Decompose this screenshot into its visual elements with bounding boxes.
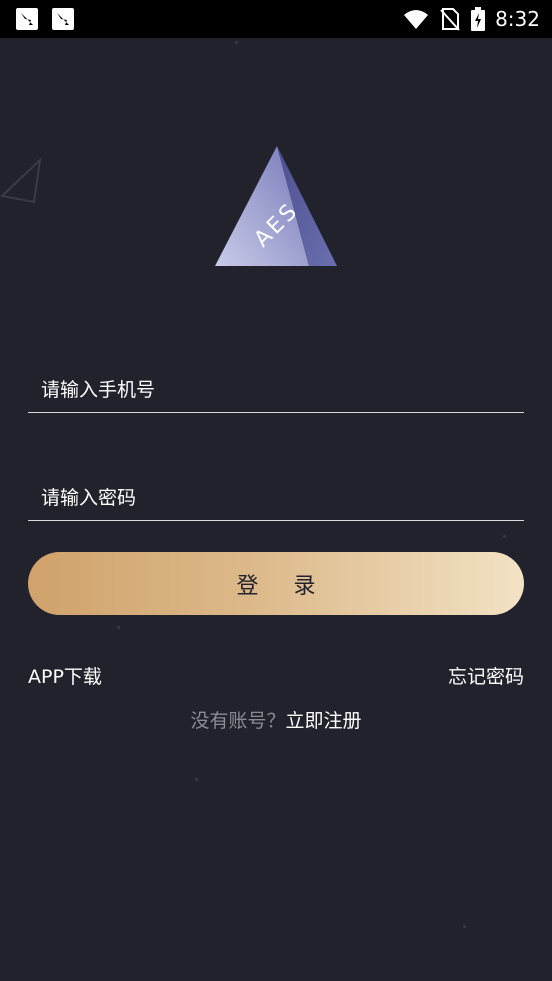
status-bar: 8:32 <box>0 0 552 38</box>
register-prompt: 没有账号？ <box>190 710 286 732</box>
battery-charging-icon <box>471 7 486 31</box>
no-sim-icon <box>440 8 460 31</box>
login-button-label: 登 录 <box>236 573 330 599</box>
phone-field <box>28 368 524 413</box>
phone-input[interactable] <box>28 368 524 412</box>
login-screen: AES 登 录 APP下载 忘记密码 没有账号？立即注册 <box>0 38 552 981</box>
app-download-link[interactable]: APP下载 <box>28 662 102 689</box>
notification-icons <box>16 8 74 30</box>
forgot-password-link[interactable]: 忘记密码 <box>448 662 524 689</box>
system-icons: 8:32 <box>403 6 540 32</box>
password-input[interactable] <box>28 476 524 520</box>
decorative-dot <box>195 778 198 781</box>
notification-app-icon <box>52 8 74 30</box>
login-button[interactable]: 登 录 <box>28 552 524 615</box>
decorative-dot <box>503 535 506 538</box>
decorative-dot <box>117 626 120 629</box>
decorative-triangle-icon <box>0 158 42 204</box>
register-link[interactable]: 立即注册 <box>286 710 362 732</box>
decorative-dot <box>463 925 466 928</box>
register-row: 没有账号？立即注册 <box>0 706 552 733</box>
aes-logo: AES <box>215 146 337 266</box>
wifi-icon <box>404 10 429 29</box>
password-field <box>28 476 524 521</box>
decorative-dot <box>235 41 238 44</box>
notification-app-icon <box>16 8 38 30</box>
status-time: 8:32 <box>495 7 540 31</box>
